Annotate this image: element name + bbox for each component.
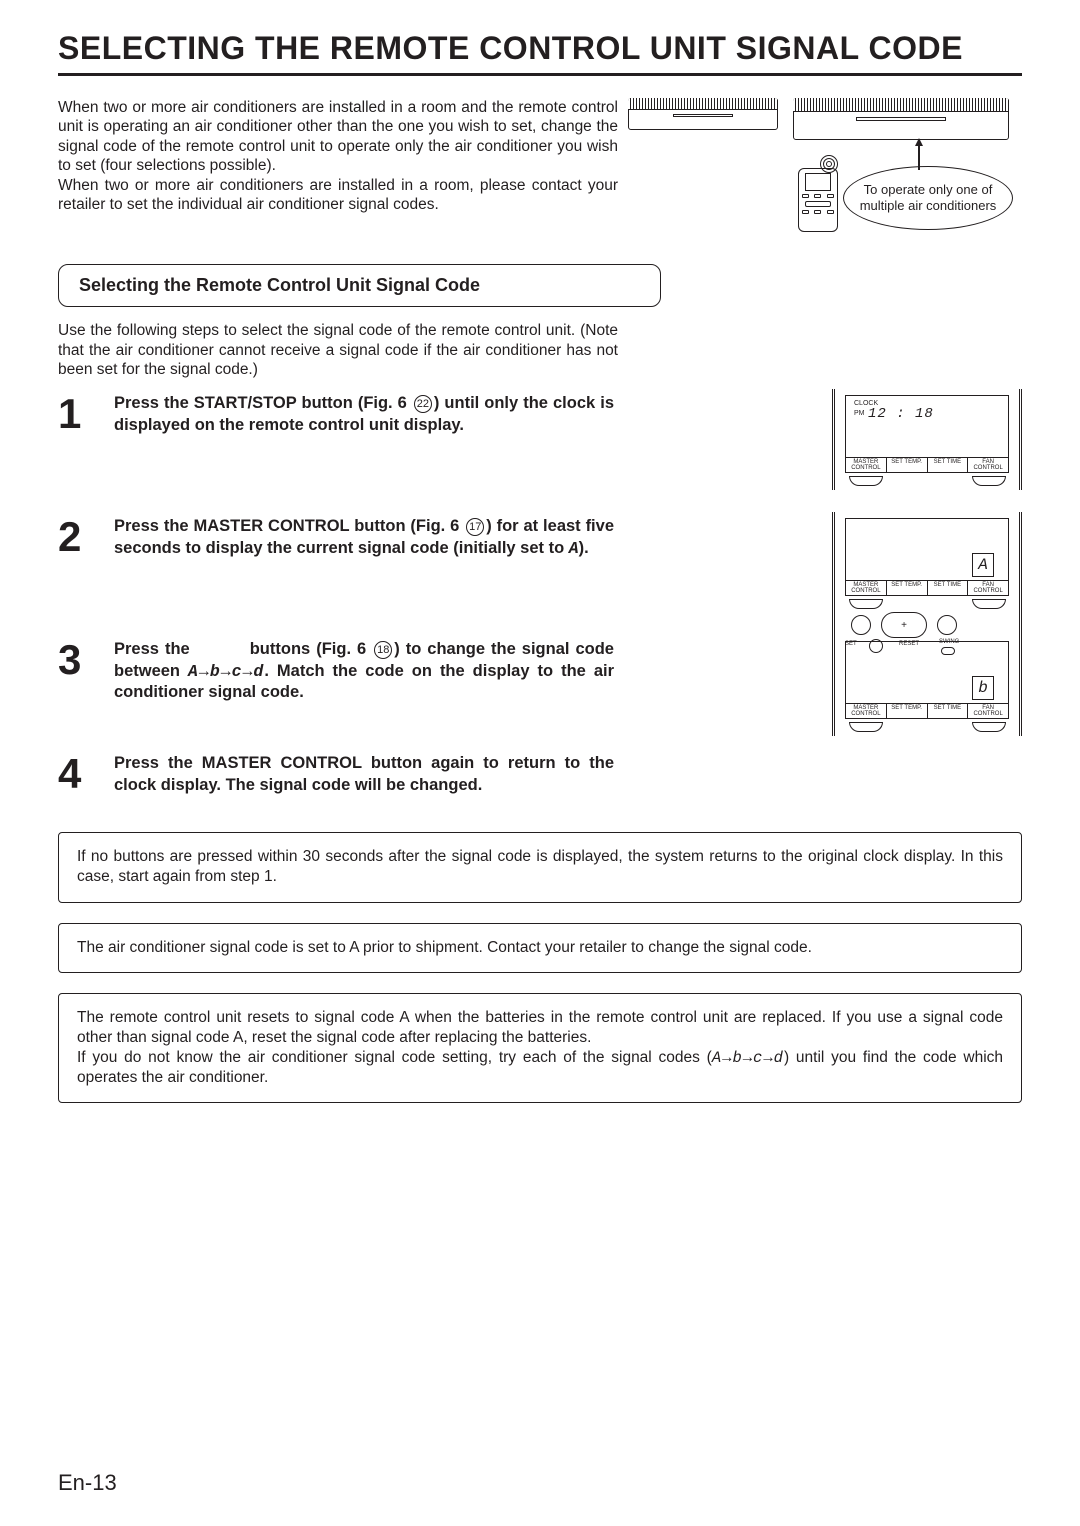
- step-text: Press the buttons (Fig. 6 18) to change …: [114, 639, 614, 703]
- lcd-btn-label: SET TIME: [928, 581, 969, 596]
- callout-oval: To operate only one of multiple air cond…: [843, 166, 1013, 230]
- note-box: The air conditioner signal code is set t…: [58, 923, 1022, 973]
- step2-tail: ).: [579, 539, 589, 557]
- ac-unit-large-icon: [793, 98, 1009, 140]
- section-intro: Use the following steps to select the si…: [58, 321, 618, 379]
- fig-ref-icon: 22: [414, 395, 432, 413]
- code-a: A: [569, 539, 579, 558]
- step2-pre: Press the MASTER CONTROL button (Fig. 6: [114, 517, 464, 535]
- lcd-button-icon: [849, 722, 883, 732]
- intro-text: When two or more air conditioners are in…: [58, 98, 618, 214]
- lcd-btn-label: FAN CONTROL: [968, 458, 1008, 473]
- lcd-button-icon: [972, 722, 1006, 732]
- step1-pre: Press the START/STOP button (Fig. 6: [114, 394, 412, 412]
- intro-p2: When two or more air conditioners are in…: [58, 176, 618, 215]
- note-box: If no buttons are pressed within 30 seco…: [58, 832, 1022, 902]
- page-title: SELECTING THE REMOTE CONTROL UNIT SIGNAL…: [58, 30, 1022, 67]
- step-number: 4: [58, 753, 114, 795]
- signal-waves-icon: [818, 153, 840, 175]
- page-number: En-13: [58, 1470, 117, 1496]
- intro-p1: When two or more air conditioners are in…: [58, 98, 618, 176]
- fig-ref-icon: 17: [466, 518, 484, 536]
- remote-icon: [798, 168, 838, 232]
- lcd-btn-label: SET TEMP.: [887, 458, 928, 473]
- lcd-btn-label: MASTER CONTROL: [846, 704, 887, 719]
- note3-pre: If you do not know the air conditioner s…: [77, 1049, 712, 1066]
- lcd-btn-label: SET TEMP.: [887, 704, 928, 719]
- lcd-btn-label: MASTER CONTROL: [846, 581, 887, 596]
- signal-code-display: A: [972, 553, 994, 577]
- note3-line1: The remote control unit resets to signal…: [77, 1009, 1003, 1046]
- lcd-button-icon: [972, 476, 1006, 486]
- step-text: Press the MASTER CONTROL button (Fig. 6 …: [114, 516, 614, 559]
- title-divider: [58, 73, 1022, 76]
- lcd-btn-label: SET TIME: [928, 458, 969, 473]
- step-text: Press the START/STOP button (Fig. 6 22) …: [114, 393, 614, 436]
- pm-label: PM: [854, 410, 865, 417]
- signal-code-display: b: [972, 676, 994, 700]
- lcd-button-icon: [849, 599, 883, 609]
- note-box: The remote control unit resets to signal…: [58, 993, 1022, 1104]
- step-number: 2: [58, 516, 114, 558]
- round-button-icon: [851, 615, 871, 635]
- step-text: Press the MASTER CONTROL button again to…: [114, 753, 614, 796]
- step-number: 3: [58, 639, 114, 681]
- section-heading: Selecting the Remote Control Unit Signal…: [58, 264, 661, 307]
- code-chain: A→b→c→d: [712, 1049, 784, 1067]
- round-button-icon: [937, 615, 957, 635]
- lcd-btn-label: SET TEMP.: [887, 581, 928, 596]
- ac-unit-small-icon: [628, 98, 778, 130]
- lcd-btn-label: FAN CONTROL: [968, 581, 1008, 596]
- step-number: 1: [58, 393, 114, 435]
- lcd-button-icon: [972, 599, 1006, 609]
- lcd-btn-label: MASTER CONTROL: [846, 458, 887, 473]
- intro-figure: To operate only one of multiple air cond…: [618, 98, 1022, 214]
- lcd-button-icon: [849, 476, 883, 486]
- fig-ref-icon: 18: [374, 641, 392, 659]
- lcd-btn-label: FAN CONTROL: [968, 704, 1008, 719]
- code-chain: A→b→c→d: [188, 662, 264, 681]
- clock-time: 12 : 18: [868, 406, 934, 422]
- step3-pre: Press the buttons (Fig. 6: [114, 640, 372, 658]
- lcd-btn-label: SET TIME: [928, 704, 969, 719]
